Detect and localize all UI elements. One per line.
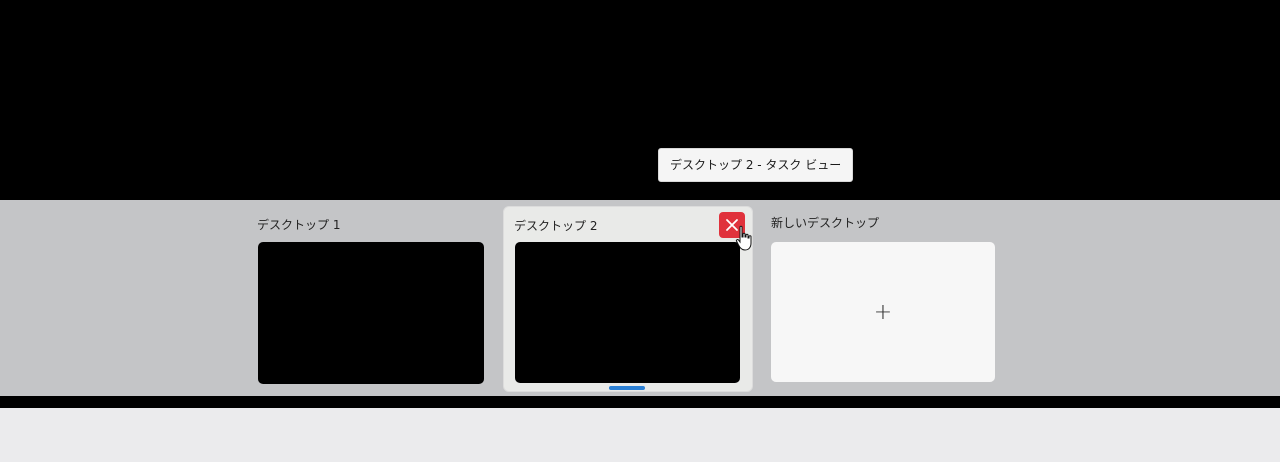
new-desktop-button[interactable]: +: [771, 242, 995, 382]
desktop-tile-2[interactable]: デスクトップ 2: [503, 206, 753, 392]
virtual-desktop-bar: デスクトップ 1 デスクトップ 2 新しいデスクトップ +: [0, 200, 1280, 396]
desktop-screen: デスクトップ 2 - タスク ビュー デスクトップ 1 デスクトップ 2 新しい…: [0, 0, 1280, 462]
new-desktop-label: 新しいデスクトップ: [771, 216, 880, 230]
active-desktop-indicator: [609, 386, 645, 390]
desktop-tile-2-label: デスクトップ 2: [514, 219, 598, 233]
desktop-background: [0, 0, 1280, 200]
new-desktop-tile[interactable]: 新しいデスクトップ +: [763, 206, 1003, 392]
bar-divider: [0, 396, 1280, 408]
taskbar: [0, 408, 1280, 462]
desktop-thumbnail-1[interactable]: [258, 242, 484, 384]
tooltip: デスクトップ 2 - タスク ビュー: [658, 148, 854, 182]
mouse-cursor-icon: [735, 225, 752, 251]
desktop-thumbnail-2[interactable]: [515, 242, 740, 383]
desktop-tile-1[interactable]: デスクトップ 1: [250, 206, 494, 392]
plus-icon: +: [873, 299, 893, 325]
desktop-tile-1-label: デスクトップ 1: [257, 218, 341, 232]
